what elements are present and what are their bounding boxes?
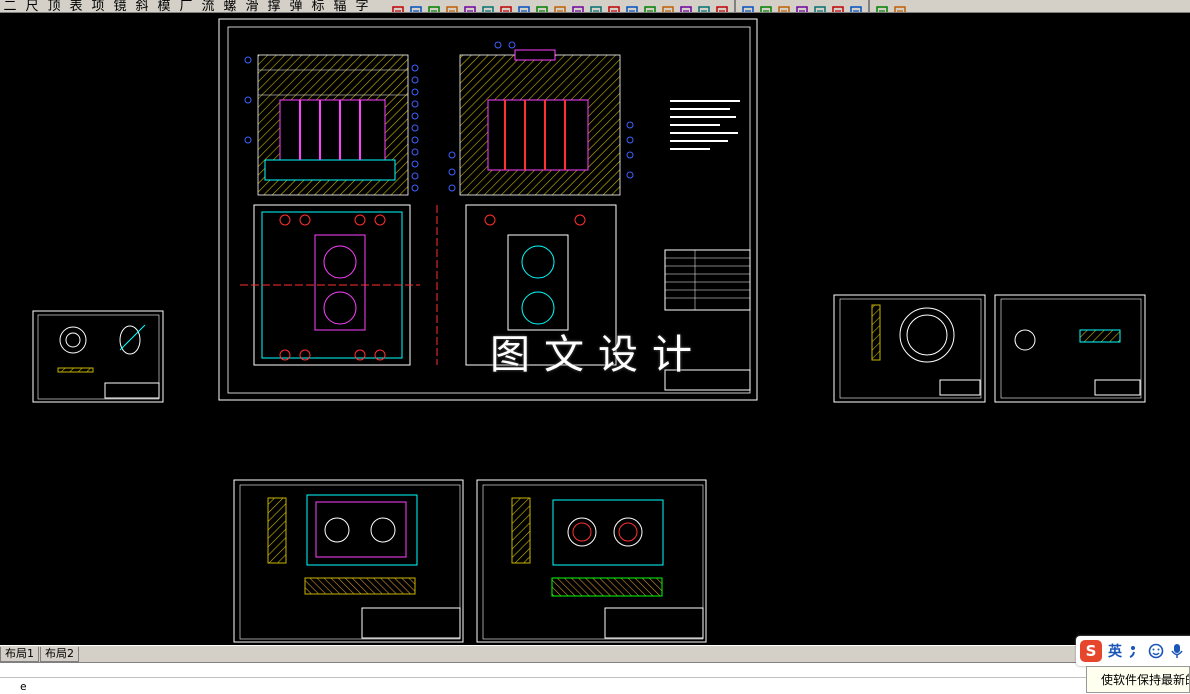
bolt-icon[interactable] (500, 1, 512, 12)
spring-icon[interactable] (482, 1, 494, 12)
hook-icon[interactable] (554, 1, 566, 12)
menu-button-9[interactable]: 流 (198, 0, 218, 12)
graph-icon[interactable] (680, 1, 692, 12)
layout-tab-bar: 布局1 布局2 (0, 645, 1190, 662)
part-sheet-right-1[interactable] (833, 294, 986, 403)
menu-button-5[interactable]: 镜 (110, 0, 130, 12)
command-history (0, 663, 1190, 678)
menu-button-1[interactable]: 尺 (22, 0, 42, 12)
menu-button-7[interactable]: 模 (154, 0, 174, 12)
toolbar-icons (392, 0, 906, 12)
menu-button-12[interactable]: 撑 (264, 0, 284, 12)
tab-layout1[interactable]: 布局1 (0, 647, 39, 662)
part-sheet-bottom-1[interactable] (233, 479, 464, 643)
insert-icon[interactable] (536, 1, 548, 12)
tab-layout2[interactable]: 布局2 (40, 647, 79, 662)
command-prompt[interactable]: e (20, 680, 27, 693)
emoji-icon[interactable] (1148, 643, 1164, 659)
tool-icon[interactable] (572, 1, 584, 12)
toolbar-separator (868, 0, 870, 12)
menu-button-11[interactable]: 滑 (242, 0, 262, 12)
menu-button-13[interactable]: 弹 (286, 0, 306, 12)
zoom-icon[interactable] (698, 1, 710, 12)
cone-icon[interactable] (814, 1, 826, 12)
toolbar-separator (734, 0, 736, 12)
cancel-icon[interactable] (894, 1, 906, 12)
arrow-icon[interactable] (850, 1, 862, 12)
flag-icon[interactable] (742, 1, 754, 12)
pen-icon[interactable] (410, 1, 422, 12)
shield-icon[interactable] (760, 1, 772, 12)
menu-button-3[interactable]: 表 (66, 0, 86, 12)
menu-button-6[interactable]: 斜 (132, 0, 152, 12)
part-sheet-right-2[interactable] (994, 294, 1146, 403)
layout-icon[interactable] (716, 1, 728, 12)
ime-toolbar[interactable]: S 英 (1076, 636, 1190, 666)
sogou-logo-icon[interactable]: S (1080, 640, 1102, 662)
circle-icon[interactable] (464, 1, 476, 12)
menu-button-4[interactable]: 项 (88, 0, 108, 12)
menu-button-0[interactable]: 二 (0, 0, 20, 12)
menu-button-2[interactable]: 顶 (44, 0, 64, 12)
line-icon[interactable] (446, 1, 458, 12)
menu-button-8[interactable]: 厂 (176, 0, 196, 12)
custom-menu-bar: 二尺顶表项镜斜模厂流螺滑撑弹标辐字 (0, 0, 372, 12)
microphone-icon[interactable] (1170, 643, 1184, 659)
menu-button-15[interactable]: 辐 (330, 0, 350, 12)
target-icon[interactable] (626, 1, 638, 12)
menu-button-14[interactable]: 标 (308, 0, 328, 12)
tree-icon[interactable] (796, 1, 808, 12)
command-line[interactable]: e (0, 662, 1190, 694)
gear-icon[interactable] (608, 1, 620, 12)
part-sheet-bottom-2[interactable] (476, 479, 707, 643)
ime-mode-toggle[interactable]: 英 (1108, 641, 1122, 661)
pin-icon[interactable] (518, 1, 530, 12)
screw-icon[interactable] (590, 1, 602, 12)
part-sheet-left[interactable] (32, 310, 164, 403)
update-notice[interactable]: 使软件保持最新的 (1086, 666, 1190, 693)
grid-icon[interactable] (662, 1, 674, 12)
link-icon[interactable] (876, 1, 888, 12)
toolbar: 二尺顶表项镜斜模厂流螺滑撑弹标辐字 (0, 0, 1190, 13)
menu-button-10[interactable]: 螺 (220, 0, 240, 12)
punctuation-icon[interactable] (1128, 644, 1142, 658)
block-icon[interactable] (428, 1, 440, 12)
vert-line-icon[interactable] (644, 1, 656, 12)
library-icon[interactable] (392, 1, 404, 12)
watermark-text: 图文设计 (490, 332, 706, 378)
window-icon[interactable] (832, 1, 844, 12)
menu-button-16[interactable]: 字 (352, 0, 372, 12)
triangle-icon[interactable] (778, 1, 790, 12)
